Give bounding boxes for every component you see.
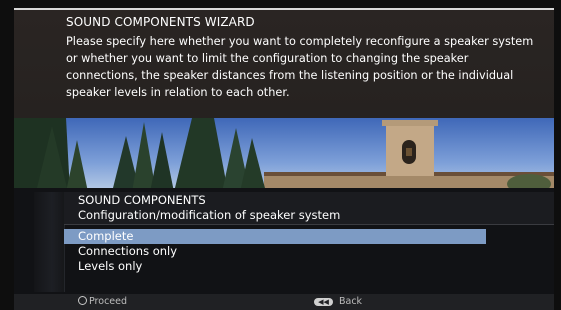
- wizard-info-box: SOUND COMPONENTS WIZARD Please specify h…: [14, 8, 554, 118]
- background-photo: [14, 118, 554, 192]
- back-button-icon: ◀◀: [314, 298, 333, 306]
- proceed-label: Proceed: [89, 296, 128, 307]
- menu-option-complete[interactable]: Complete: [64, 229, 486, 244]
- menu-sidebar: [34, 192, 65, 292]
- menu-title: SOUND COMPONENTS: [78, 193, 206, 207]
- menu-header: SOUND COMPONENTS Configuration/modificat…: [64, 192, 554, 225]
- sound-components-menu: SOUND COMPONENTS Configuration/modificat…: [14, 188, 554, 294]
- back-label: Back: [339, 296, 363, 307]
- wizard-description: Please specify here whether you want to …: [66, 35, 534, 99]
- wizard-title: SOUND COMPONENTS WIZARD: [66, 15, 255, 29]
- footer-hint-bar: Proceed ◀◀ Back: [14, 294, 554, 310]
- ok-button-icon: [78, 296, 87, 305]
- proceed-hint[interactable]: Proceed: [78, 296, 127, 307]
- menu-subtitle: Configuration/modification of speaker sy…: [78, 208, 341, 222]
- back-hint[interactable]: ◀◀ Back: [314, 296, 362, 307]
- menu-option-connections-only[interactable]: Connections only: [64, 244, 486, 259]
- tv-screen: SOUND COMPONENTS WIZARD Please specify h…: [0, 0, 561, 310]
- menu-option-levels-only[interactable]: Levels only: [64, 259, 486, 274]
